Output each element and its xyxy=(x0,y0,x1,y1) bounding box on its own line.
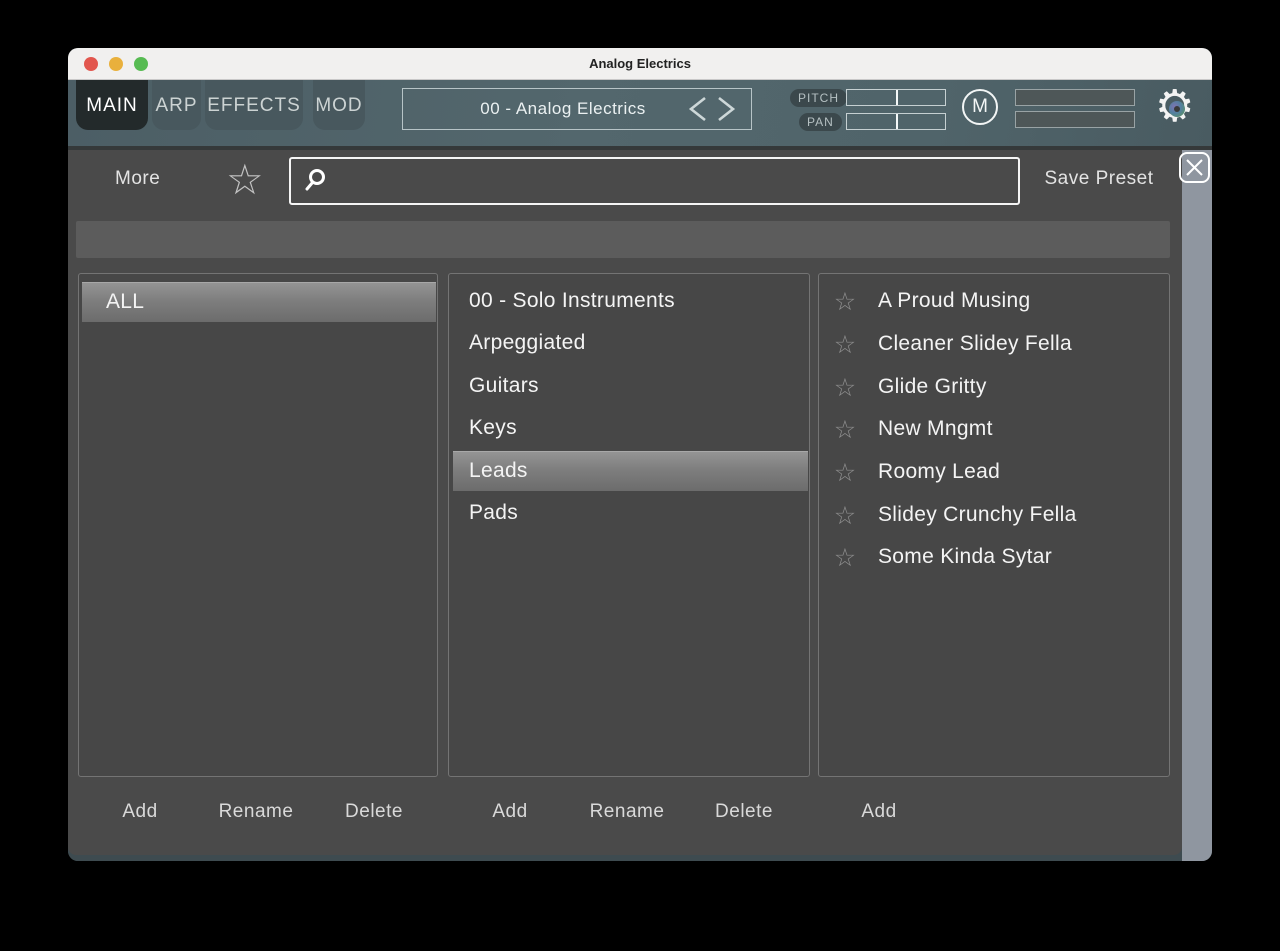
bank-rename-button[interactable]: Rename xyxy=(219,795,294,829)
bank-add-button[interactable]: Add xyxy=(122,795,157,829)
favorite-star-icon[interactable]: ☆ xyxy=(830,367,860,407)
banks-column: ALL xyxy=(78,273,438,777)
bank-delete-button[interactable]: Delete xyxy=(345,795,403,829)
preset-item[interactable]: Roomy Lead xyxy=(878,452,1000,492)
pan-label: PAN xyxy=(799,113,842,131)
window-title: Analog Electrics xyxy=(68,48,1212,80)
preset-item[interactable]: Cleaner Slidey Fella xyxy=(878,324,1072,364)
bank-item-selected[interactable]: ALL xyxy=(82,282,436,322)
settings-button[interactable]: ⚙ xyxy=(1155,87,1199,131)
preset-item[interactable]: Some Kinda Sytar xyxy=(878,537,1052,577)
search-icon xyxy=(299,166,333,196)
search-box[interactable] xyxy=(289,157,1020,205)
preset-name: 00 - Analog Electrics xyxy=(403,99,683,119)
pitch-label: PITCH xyxy=(790,89,847,107)
favorites-filter-star-icon[interactable]: ☆ xyxy=(226,156,264,204)
tab-mod[interactable]: MOD xyxy=(313,80,365,130)
preset-prev-next-icons[interactable] xyxy=(683,95,743,123)
category-delete-button[interactable]: Delete xyxy=(715,795,773,829)
close-browser-button[interactable] xyxy=(1179,152,1210,183)
favorite-star-icon[interactable]: ☆ xyxy=(830,495,860,535)
category-item[interactable]: Pads xyxy=(469,493,518,533)
preset-item[interactable]: New Mngmt xyxy=(878,409,993,449)
pan-slider-handle[interactable] xyxy=(896,114,898,129)
favorite-star-icon[interactable]: ☆ xyxy=(830,452,860,492)
category-rename-button[interactable]: Rename xyxy=(590,795,665,829)
categories-column: 00 - Solo Instruments Arpeggiated Guitar… xyxy=(448,273,810,777)
preset-selector[interactable]: 00 - Analog Electrics xyxy=(402,88,752,130)
bank-item-label: ALL xyxy=(106,282,144,322)
level-meter-left xyxy=(1015,89,1135,106)
category-item[interactable]: Arpeggiated xyxy=(469,323,586,363)
plugin-header: MAIN ARP EFFECTS MOD 00 - Analog Electri… xyxy=(68,80,1212,150)
favorite-star-icon[interactable]: ☆ xyxy=(830,324,860,364)
tab-effects[interactable]: EFFECTS xyxy=(205,80,303,130)
category-item[interactable]: Keys xyxy=(469,408,517,448)
plugin-window: Analog Electrics MAIN ARP EFFECTS MOD 00… xyxy=(68,48,1212,861)
presets-column: ☆ A Proud Musing ☆ Cleaner Slidey Fella … xyxy=(818,273,1170,777)
level-meter-right xyxy=(1015,111,1135,128)
pan-slider[interactable] xyxy=(846,113,946,130)
browser-scrollbar[interactable] xyxy=(1182,150,1212,861)
favorite-star-icon[interactable]: ☆ xyxy=(830,537,860,577)
category-item-selected[interactable]: Leads xyxy=(453,451,808,491)
favorite-star-icon[interactable]: ☆ xyxy=(830,281,860,321)
preset-item[interactable]: A Proud Musing xyxy=(878,281,1030,321)
favorite-star-icon[interactable]: ☆ xyxy=(830,409,860,449)
preset-item[interactable]: Slidey Crunchy Fella xyxy=(878,495,1077,535)
close-icon xyxy=(1181,154,1208,181)
search-input[interactable] xyxy=(333,170,1018,193)
tab-arp[interactable]: ARP xyxy=(152,80,201,130)
category-item-label: Leads xyxy=(469,451,528,491)
pitch-slider[interactable] xyxy=(846,89,946,106)
category-item[interactable]: Guitars xyxy=(469,366,539,406)
preset-add-button[interactable]: Add xyxy=(861,795,896,829)
save-preset-button[interactable]: Save Preset xyxy=(1034,168,1164,190)
preset-item[interactable]: Glide Gritty xyxy=(878,367,987,407)
gear-center-hole xyxy=(1174,106,1180,112)
more-button[interactable]: More xyxy=(115,168,185,190)
preset-browser: More ☆ Save Preset ALL 00 - Solo Instrum… xyxy=(68,150,1212,861)
mute-button[interactable]: M xyxy=(962,89,998,125)
filter-tag-bar xyxy=(76,221,1170,258)
category-item[interactable]: 00 - Solo Instruments xyxy=(469,281,675,321)
tab-main[interactable]: MAIN xyxy=(76,80,148,130)
pitch-slider-handle[interactable] xyxy=(896,90,898,105)
category-add-button[interactable]: Add xyxy=(492,795,527,829)
titlebar: Analog Electrics xyxy=(68,48,1212,80)
browser-panel: More ☆ Save Preset ALL 00 - Solo Instrum… xyxy=(68,150,1182,855)
